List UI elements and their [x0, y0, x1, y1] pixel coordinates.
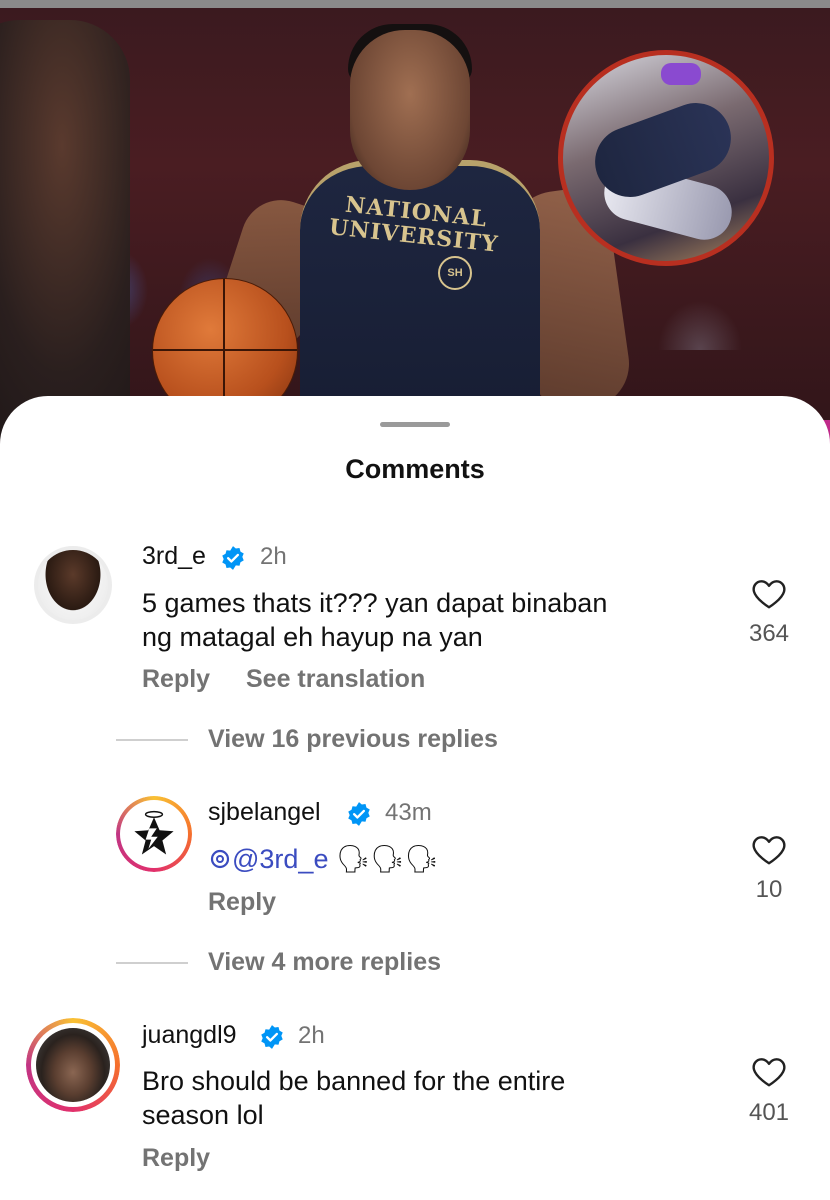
see-translation-button[interactable]: See translation: [246, 665, 425, 694]
verified-badge-icon: [222, 546, 244, 570]
speaking-head-emojis: 🗣🗣🗣: [335, 844, 439, 874]
like-count: 10: [755, 876, 783, 903]
threads-icon: [210, 849, 230, 869]
avatar[interactable]: [34, 546, 112, 624]
comments-sheet: Comments 3rd_e 2h 5 games thats it??? ya…: [0, 396, 830, 1200]
divider: [116, 739, 188, 741]
main-player: NATIONAL UNIVERSITY SH: [209, 24, 635, 466]
divider: [116, 962, 188, 964]
drag-handle[interactable]: [380, 422, 450, 427]
comment-username[interactable]: juangdl9: [142, 1021, 237, 1050]
inset-photo: [558, 50, 774, 266]
heart-icon[interactable]: [751, 832, 787, 866]
comment-username[interactable]: sjbelangel: [208, 798, 321, 827]
mention-link[interactable]: @3rd_e: [232, 844, 328, 874]
comment-time: 2h: [298, 1022, 325, 1049]
view-previous-replies-button[interactable]: View 16 previous replies: [208, 725, 498, 754]
reply-button[interactable]: Reply: [142, 1144, 210, 1173]
status-strip: [0, 0, 830, 8]
heart-icon[interactable]: [751, 1054, 787, 1088]
avatar[interactable]: [116, 796, 192, 872]
comment-text: 5 games thats it??? yan dapat binaban ng…: [142, 588, 608, 652]
comment-text: @3rd_e 🗣🗣🗣: [208, 842, 788, 876]
comment-time: 43m: [385, 799, 432, 826]
heart-icon[interactable]: [751, 576, 787, 610]
reply-button[interactable]: Reply: [142, 665, 210, 694]
sheet-title: Comments: [345, 454, 485, 484]
avatar[interactable]: [26, 1018, 120, 1112]
like-count: 401: [748, 1099, 790, 1126]
verified-badge-icon: [261, 1025, 283, 1049]
comment-username[interactable]: 3rd_e: [142, 542, 206, 571]
star-logo-icon: [134, 810, 174, 855]
jersey-badge: SH: [438, 256, 472, 290]
like-count: 364: [748, 620, 790, 647]
background-player: [0, 20, 130, 440]
comment-time: 2h: [260, 543, 287, 570]
reply-button[interactable]: Reply: [208, 888, 276, 917]
comment-text: Bro should be banned for the entire seas…: [142, 1066, 566, 1130]
verified-badge-icon: [348, 802, 370, 826]
view-more-replies-button[interactable]: View 4 more replies: [208, 948, 441, 977]
